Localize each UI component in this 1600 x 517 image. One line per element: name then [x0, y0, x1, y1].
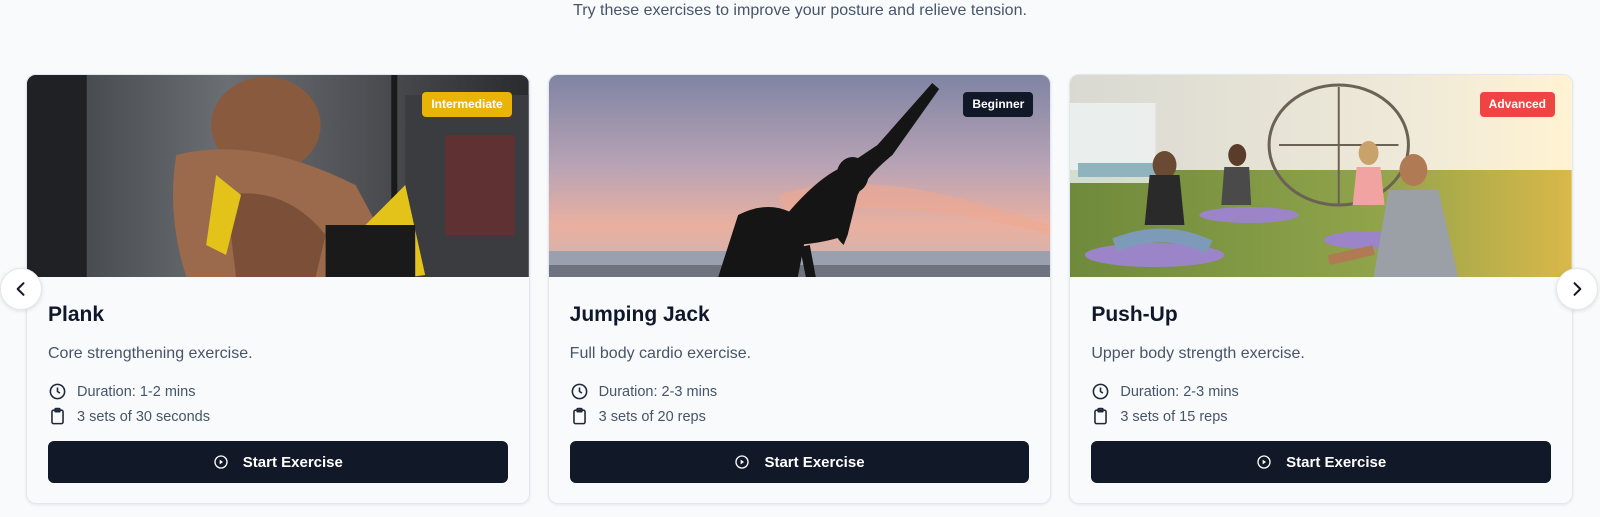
exercise-card-push-up: Advanced Push-Up Upper body strength exe…: [1069, 74, 1574, 504]
exercise-description: Full body cardio exercise.: [569, 345, 752, 362]
exercise-card-plank: Intermediate Plank Core strengthening ex…: [26, 74, 530, 504]
start-exercise-button[interactable]: Start Exercise: [48, 441, 508, 483]
exercise-title: Jumping Jack: [569, 303, 710, 326]
clipboard-icon: [572, 407, 586, 425]
exercise-title: Push-Up: [1091, 303, 1178, 326]
exercise-image: Advanced: [1070, 75, 1573, 277]
duration-row: Duration: 2-3 mins: [570, 379, 1030, 404]
chevron-right-icon: [1573, 282, 1582, 296]
difficulty-badge: Beginner: [963, 92, 1034, 117]
exercise-card-jumping-jack: Beginner Jumping Jack Full body cardio e…: [547, 74, 1052, 504]
clock-icon: [571, 383, 588, 400]
start-exercise-label: Start Exercise: [764, 453, 865, 471]
sets-row: 3 sets of 15 reps: [1091, 404, 1551, 429]
play-circle-icon: [735, 455, 750, 469]
start-exercise-label: Start Exercise: [1286, 453, 1387, 471]
start-exercise-label: Start Exercise: [242, 453, 343, 471]
exercise-image: Intermediate: [27, 75, 529, 277]
exercise-title: Plank: [48, 303, 105, 326]
exercise-carousel: Intermediate Plank Core strengthening ex…: [26, 74, 1574, 504]
clipboard-icon: [1094, 407, 1108, 425]
play-circle-icon: [1257, 455, 1271, 469]
difficulty-badge: Advanced: [1479, 92, 1556, 117]
exercise-description: Core strengthening exercise.: [48, 345, 253, 362]
duration-text: Duration: 2-3 mins: [598, 383, 718, 400]
sets-row: 3 sets of 30 seconds: [48, 404, 508, 429]
sets-text: 3 sets of 20 reps: [598, 408, 706, 425]
start-exercise-button[interactable]: Start Exercise: [569, 441, 1030, 483]
exercise-description: Upper body strength exercise.: [1091, 345, 1305, 362]
page-subtitle: Try these exercises to improve your post…: [573, 2, 1027, 19]
carousel-next-button[interactable]: [1556, 268, 1598, 310]
start-exercise-button[interactable]: Start Exercise: [1091, 441, 1552, 483]
difficulty-badge: Intermediate: [422, 92, 512, 117]
duration-row: Duration: 2-3 mins: [1091, 379, 1551, 404]
clock-icon: [1092, 383, 1109, 400]
carousel-prev-button[interactable]: [0, 268, 42, 310]
duration-text: Duration: 1-2 mins: [77, 383, 196, 400]
sets-text: 3 sets of 15 reps: [1120, 408, 1228, 425]
clipboard-icon: [51, 407, 64, 425]
sets-text: 3 sets of 30 seconds: [77, 408, 210, 425]
duration-text: Duration: 2-3 mins: [1120, 383, 1239, 400]
exercise-image: Beginner: [548, 75, 1051, 277]
clock-icon: [49, 383, 66, 400]
sets-row: 3 sets of 20 reps: [570, 404, 1030, 429]
duration-row: Duration: 1-2 mins: [48, 379, 508, 404]
chevron-left-icon: [16, 282, 25, 296]
play-circle-icon: [214, 455, 228, 469]
